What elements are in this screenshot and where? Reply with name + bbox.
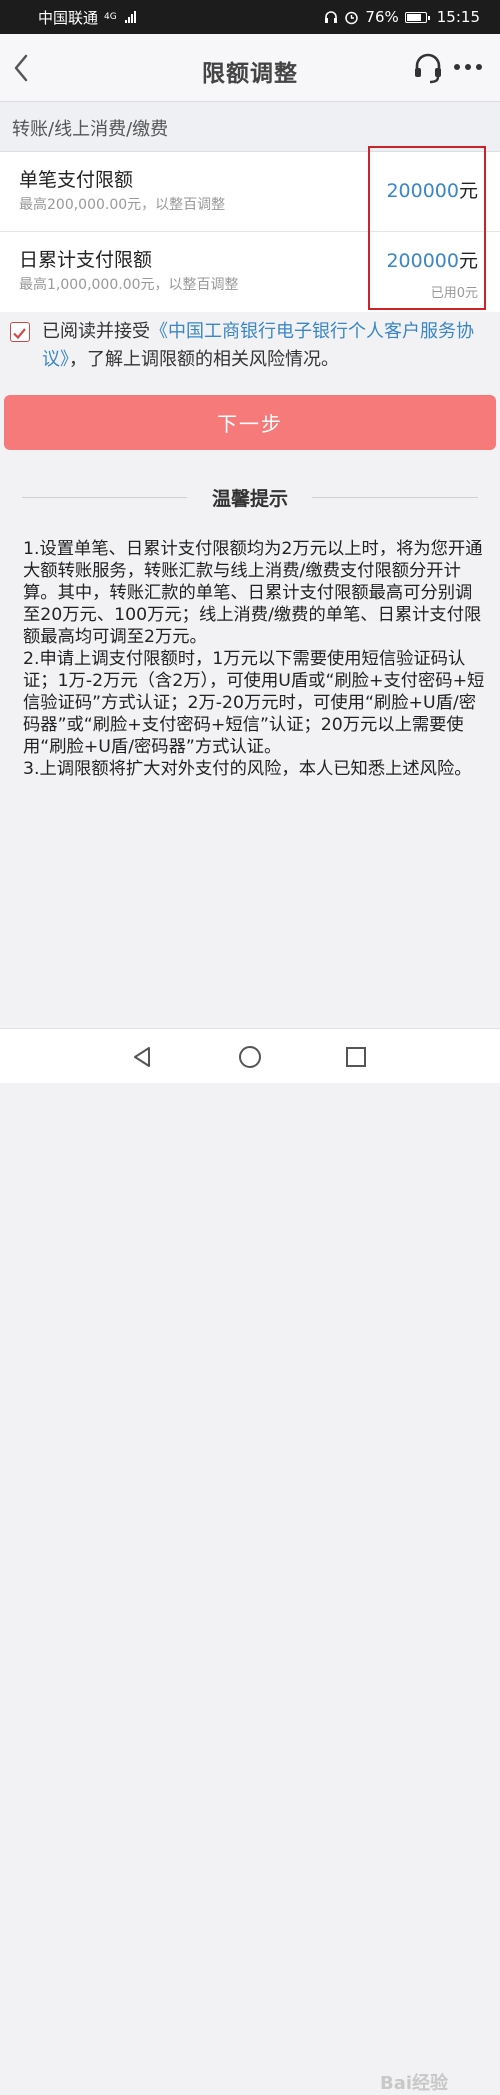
section-header: 转账/线上消费/缴费 <box>0 102 500 152</box>
daily-limit-title: 日累计支付限额 <box>19 249 153 271</box>
tips-divider-right <box>312 497 478 498</box>
daily-limit-value[interactable]: 200000元 <box>386 246 478 273</box>
headset-status-icon <box>325 11 338 23</box>
headset-icon[interactable] <box>412 52 444 86</box>
agreement-text: 已阅读并接受《中国工商银行电子银行个人客户服务协议》，了解上调限额的相关风险情况… <box>42 318 495 374</box>
daily-limit-amount[interactable]: 200000 <box>386 250 459 272</box>
single-limit-unit: 元 <box>458 180 478 202</box>
agreement-prefix: 已阅读并接受 <box>42 321 150 342</box>
watermark: Bai经验 <box>380 2073 449 2094</box>
tip-item-2: 2.申请上调支付限额时，1万元以下需要使用短信验证码认证；1万-2万元（含2万）… <box>23 649 485 757</box>
system-nav-bar: Bai经验 <box>0 1028 500 2094</box>
system-home-icon[interactable] <box>238 1045 262 1069</box>
daily-limit-row[interactable]: 日累计支付限额 最高1,000,000.00元，以整百调整 200000元 已用… <box>0 232 500 312</box>
more-icon[interactable] <box>452 60 484 74</box>
system-back-icon[interactable] <box>130 1045 154 1069</box>
single-limit-amount[interactable]: 200000 <box>386 180 459 202</box>
check-icon <box>13 328 26 340</box>
daily-limit-hint: 最高1,000,000.00元，以整百调整 <box>19 277 239 293</box>
agreement: 已阅读并接受《中国工商银行电子银行个人客户服务协议》，了解上调限额的相关风险情况… <box>10 318 495 374</box>
status-right: 76% 15:15 <box>324 8 480 26</box>
tips-header: 温馨提示 <box>0 482 500 512</box>
clock: 15:15 <box>436 8 480 26</box>
agreement-checkbox[interactable] <box>10 322 30 342</box>
status-left: 中国联通 4G <box>38 7 136 28</box>
nav-bar: 限额调整 <box>0 34 500 102</box>
battery-percent: 76% <box>365 8 399 26</box>
agreement-suffix: ，了解上调限额的相关风险情况。 <box>69 349 339 370</box>
battery-icon <box>404 11 430 23</box>
alarm-icon <box>345 11 359 24</box>
single-limit-title: 单笔支付限额 <box>19 169 134 191</box>
next-button[interactable]: 下一步 <box>4 395 496 450</box>
tip-item-1: 1.设置单笔、日累计支付限额均为2万元以上时，将为您开通大额转账服务，转账汇款与… <box>23 539 483 647</box>
daily-used-amount: 已用0元 <box>430 286 478 301</box>
single-limit-row[interactable]: 单笔支付限额 最高200,000.00元，以整百调整 200000元 <box>0 152 500 232</box>
system-recent-icon[interactable] <box>345 1046 367 1068</box>
daily-limit-unit: 元 <box>458 250 478 272</box>
carrier-label: 中国联通 <box>38 8 99 27</box>
tip-item-3: 3.上调限额将扩大对外支付的风险，本人已知悉上述风险。 <box>23 759 472 779</box>
network-label: 4G <box>104 11 117 22</box>
single-limit-hint: 最高200,000.00元，以整百调整 <box>19 197 226 213</box>
status-bar: 中国联通 4G 76% 15:15 <box>0 0 500 34</box>
signal-icon <box>124 11 136 23</box>
tips-body: 1.设置单笔、日累计支付限额均为2万元以上时，将为您开通大额转账服务，转账汇款与… <box>23 538 485 780</box>
single-limit-value[interactable]: 200000元 <box>386 176 478 203</box>
